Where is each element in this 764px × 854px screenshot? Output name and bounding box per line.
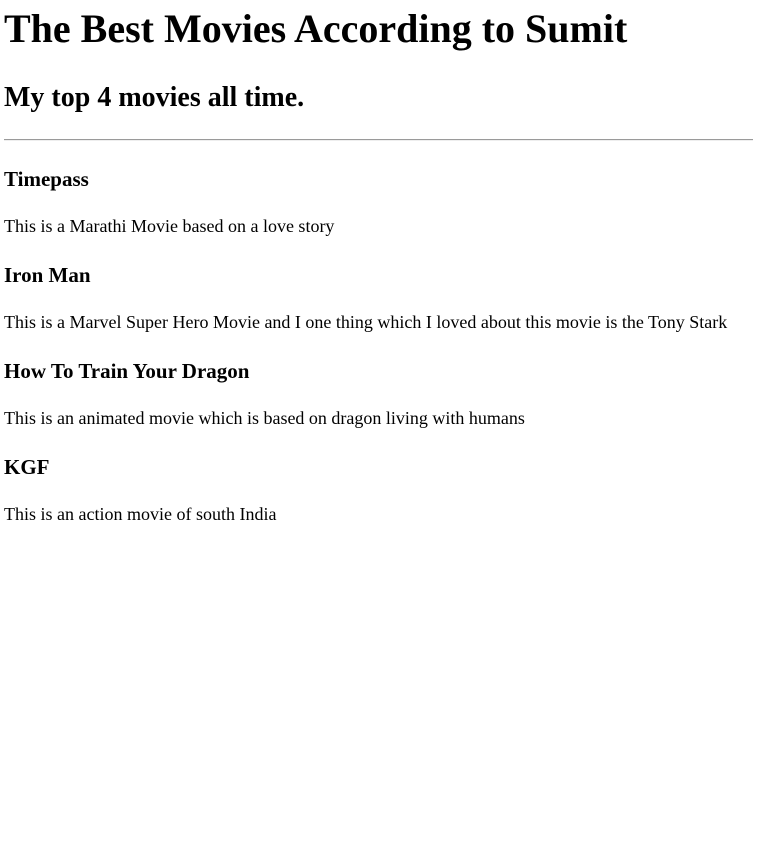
movie-item-iron-man: Iron Man This is a Marvel Super Hero Mov… [4,263,756,333]
movie-description: This is an animated movie which is based… [4,408,525,428]
movie-item-how-to-train-your-dragon: How To Train Your Dragon This is an anim… [4,359,756,429]
movie-title: KGF [4,455,50,479]
movie-list: Timepass This is a Marathi Movie based o… [4,167,756,525]
page: The Best Movies According to Sumit My to… [0,6,764,525]
movie-description: This is a Marvel Super Hero Movie and I … [4,312,728,332]
movie-description: This is an action movie of south India [4,504,277,524]
movie-title: Iron Man [4,263,91,287]
page-subtitle: My top 4 movies all time. [4,82,305,113]
page-title: The Best Movies According to Sumit [4,6,628,51]
movie-title: Timepass [4,167,89,191]
movie-description: This is a Marathi Movie based on a love … [4,216,335,236]
movie-item-kgf: KGF This is an action movie of south Ind… [4,455,756,525]
movie-item-timepass: Timepass This is a Marathi Movie based o… [4,167,756,237]
movie-title: How To Train Your Dragon [4,359,250,383]
divider [4,139,753,141]
